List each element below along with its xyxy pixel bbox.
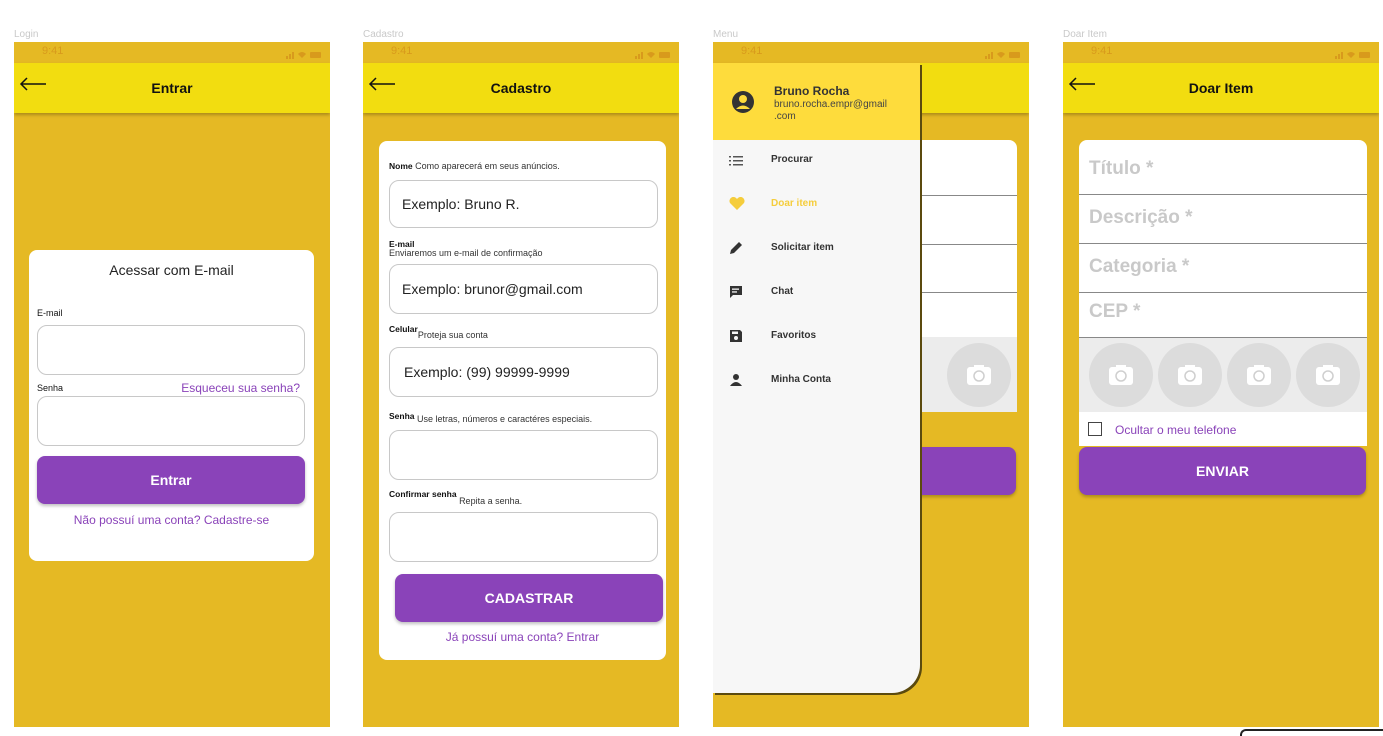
card-title: Acessar com E-mail	[109, 262, 234, 278]
user-name: Bruno Rocha	[774, 84, 850, 98]
name-field[interactable]: Exemplo: Bruno R.	[389, 180, 658, 228]
menu-item-label: Doar item	[771, 198, 818, 209]
email-field[interactable]: Exemplo: brunor@gmail.com	[389, 264, 658, 314]
phone-field[interactable]: Exemplo: (99) 99999-9999	[389, 347, 658, 397]
email-label: E-mail Enviaremos um e-mail de confirmaçã…	[389, 239, 543, 258]
signup-button[interactable]: CADASTRAR	[395, 574, 663, 622]
login-link[interactable]: Já possuí uma conta? Entrar	[379, 630, 666, 644]
title-placeholder: Título *	[1089, 158, 1154, 179]
app-bar: Cadastro	[363, 63, 679, 113]
submit-button[interactable]: ENVIAR	[1079, 447, 1366, 495]
menu-item-favoritos[interactable]: Favoritos	[713, 317, 920, 361]
description-placeholder: Descrição *	[1089, 207, 1193, 228]
confirm-password-field[interactable]	[389, 512, 658, 562]
menu-item-label: Chat	[771, 286, 794, 297]
category-placeholder: Categoria *	[1089, 256, 1190, 277]
photo-slot-1[interactable]	[1089, 343, 1153, 407]
signup-screen: 9:41 Cadastro Nome Como aparecerá em seu…	[363, 42, 679, 727]
hide-phone-label: Ocultar o meu telefone	[1115, 423, 1237, 437]
signup-link[interactable]: Não possuí uma conta? Cadastre-se	[29, 513, 314, 527]
status-bar: 9:41	[363, 42, 679, 63]
status-time: 9:41	[1091, 45, 1113, 57]
menu-item-solicitar[interactable]: Solicitar item	[713, 229, 920, 273]
divider	[913, 244, 1017, 245]
frame-label-cadastro: Cadastro	[363, 29, 404, 40]
login-button[interactable]: Entrar	[37, 456, 305, 504]
background-submit-button[interactable]	[913, 447, 1016, 495]
phone-label: CelularProteja sua conta	[389, 324, 488, 340]
photo-slot-4[interactable]	[1296, 343, 1360, 407]
email-field[interactable]	[37, 325, 305, 375]
status-time: 9:41	[42, 45, 64, 57]
divider	[913, 292, 1017, 293]
hide-phone-row: Ocultar o meu telefone	[1079, 412, 1367, 446]
menu-screen: 9:41 Bruno Rocha bruno.rocha.empr@gmail …	[713, 42, 1029, 727]
description-field[interactable]: Descrição *	[1079, 195, 1367, 244]
password-field[interactable]	[37, 396, 305, 446]
save-icon	[729, 329, 743, 348]
menu-item-chat[interactable]: Chat	[713, 273, 920, 317]
app-bar: Doar Item	[1063, 63, 1379, 113]
title-field[interactable]: Título *	[1079, 146, 1367, 195]
user-email-line1: bruno.rocha.empr@gmail	[774, 99, 887, 110]
menu-item-label: Favoritos	[771, 330, 817, 341]
photo-slot-3[interactable]	[1227, 343, 1291, 407]
password-field[interactable]	[389, 430, 658, 480]
menu-item-label: Solicitar item	[771, 242, 834, 253]
background-form	[913, 140, 1017, 412]
menu-item-minha-conta[interactable]: Minha Conta	[713, 361, 920, 405]
page-title: Entrar	[151, 80, 193, 96]
frame-label-doar: Doar Item	[1063, 29, 1107, 40]
user-email-line2: .com	[774, 111, 796, 122]
pencil-icon	[729, 241, 743, 260]
password-label: Senha Use letras, números e caractéres e…	[389, 411, 593, 424]
app-bar: Entrar	[14, 63, 330, 113]
menu-item-label: Procurar	[771, 154, 813, 165]
list-icon	[729, 153, 743, 172]
donate-screen: 9:41 Doar Item Título * Descrição * Cate…	[1063, 42, 1379, 727]
photo-slot-2[interactable]	[1158, 343, 1222, 407]
status-bar: 9:41	[1063, 42, 1379, 63]
account-circle-icon	[731, 90, 755, 119]
name-label: Nome Como aparecerá em seus anúncios.	[389, 161, 560, 171]
person-icon	[729, 373, 743, 392]
status-time: 9:41	[741, 45, 763, 57]
signup-card: Nome Como aparecerá em seus anúncios. Ex…	[379, 141, 666, 660]
status-bar: 9:41	[14, 42, 330, 63]
chat-icon	[729, 285, 743, 304]
phone-placeholder: Exemplo: (99) 99999-9999	[404, 364, 570, 380]
divider	[913, 195, 1017, 196]
password-label: Senha	[37, 383, 64, 393]
heart-icon	[729, 196, 745, 216]
confirm-password-label: Confirmar senha Repita a senha.	[389, 489, 523, 506]
photo-strip	[913, 337, 1017, 412]
hide-phone-checkbox[interactable]	[1088, 422, 1102, 436]
menu-item-doar[interactable]: Doar item	[713, 185, 920, 229]
login-card: Acessar com E-mail E-mail Senha Esqueceu…	[29, 250, 314, 561]
menu-item-label: Minha Conta	[771, 374, 831, 385]
page-title: Cadastro	[490, 80, 552, 96]
cep-placeholder: CEP *	[1089, 301, 1141, 322]
login-screen: 9:41 Entrar Acessar com E-mail E-mail Se…	[14, 42, 330, 727]
page-title: Doar Item	[1188, 80, 1254, 96]
photo-slot[interactable]	[947, 343, 1011, 407]
category-field[interactable]: Categoria *	[1079, 244, 1367, 293]
status-time: 9:41	[391, 45, 413, 57]
email-placeholder: Exemplo: brunor@gmail.com	[402, 281, 583, 297]
donate-form: Título * Descrição * Categoria * CEP *	[1079, 140, 1367, 412]
cep-field[interactable]: CEP *	[1079, 293, 1367, 338]
photo-strip	[1079, 338, 1367, 412]
frame-label-login: Login	[14, 29, 39, 40]
navigation-drawer: Bruno Rocha bruno.rocha.empr@gmail .com …	[713, 63, 920, 693]
scrollbar-handle[interactable]	[1240, 729, 1383, 736]
name-placeholder: Exemplo: Bruno R.	[402, 196, 520, 212]
status-bar: 9:41	[713, 42, 1029, 63]
menu-item-procurar[interactable]: Procurar	[713, 141, 920, 185]
frame-label-menu: Menu	[713, 29, 739, 40]
drawer-header: Bruno Rocha bruno.rocha.empr@gmail .com	[713, 63, 920, 140]
email-label: E-mail	[37, 308, 63, 318]
forgot-password-link[interactable]: Esqueceu sua senha?	[181, 381, 300, 395]
